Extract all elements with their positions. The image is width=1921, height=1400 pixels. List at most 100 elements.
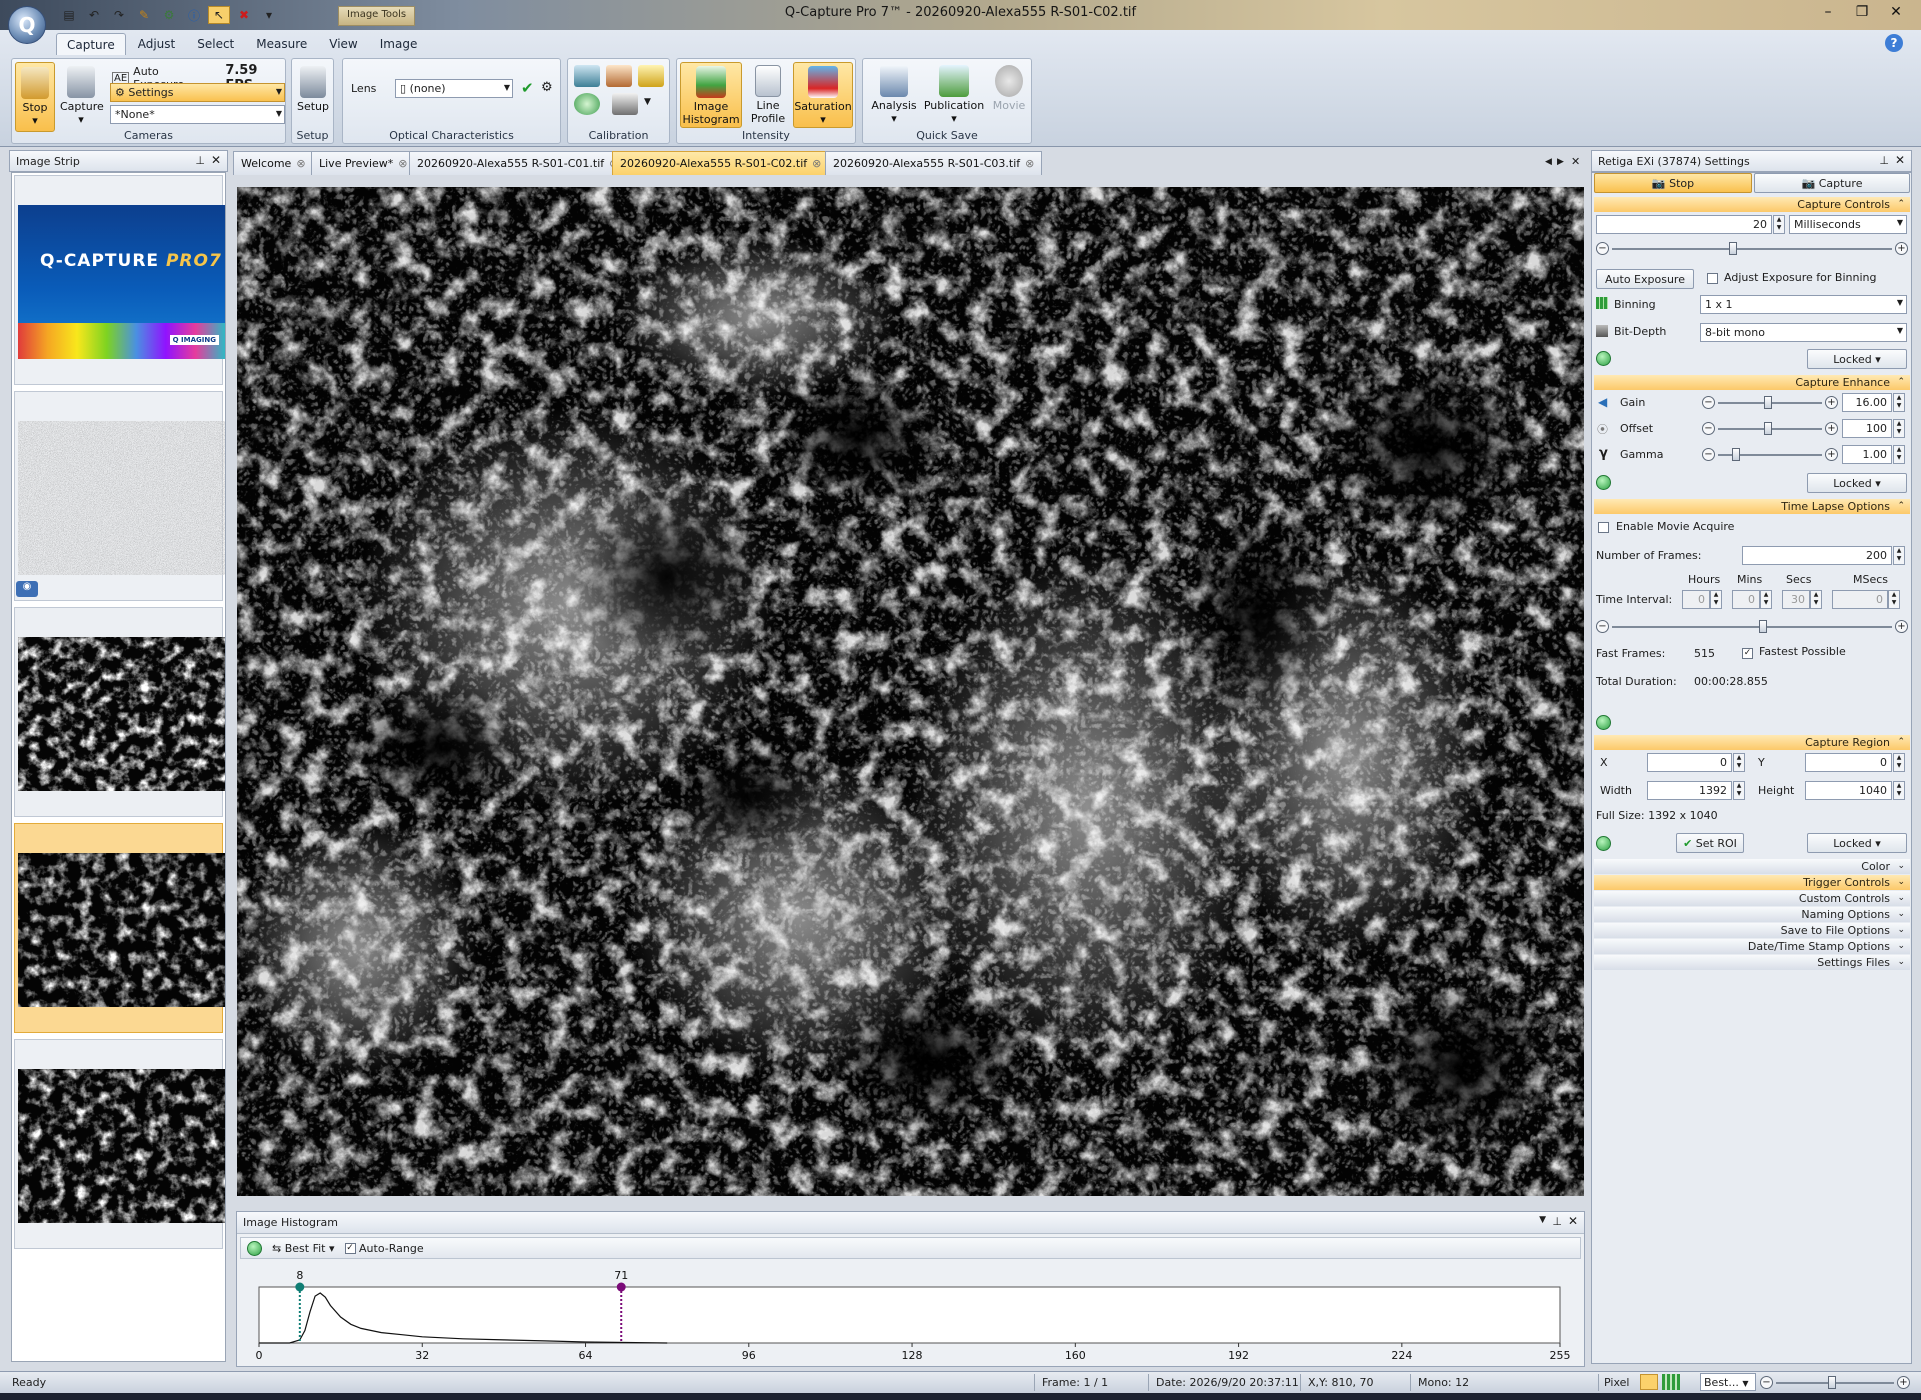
- gain-input[interactable]: 16.00: [1842, 393, 1892, 412]
- view-grid-icon[interactable]: [1662, 1374, 1680, 1390]
- undo-icon[interactable]: ↶: [83, 6, 105, 24]
- slider-increase-icon[interactable]: +: [1825, 422, 1838, 435]
- settings-dropdown[interactable]: ⚙ Settings ▼: [110, 83, 285, 102]
- time-interval-slider[interactable]: − +: [1596, 619, 1908, 635]
- timer-icon[interactable]: [638, 65, 664, 87]
- slider-increase-icon[interactable]: +: [1895, 620, 1908, 633]
- auto-range-checkbox[interactable]: ✓ Auto-Range: [344, 1242, 424, 1255]
- secs-input[interactable]: 30: [1782, 590, 1810, 609]
- tab-scroll-left-icon[interactable]: ◀: [1545, 157, 1552, 167]
- gamma-spinner[interactable]: ▲ ▼: [1893, 445, 1905, 464]
- gamma-slider-thumb[interactable]: [1732, 448, 1740, 461]
- gamma-slider[interactable]: − +: [1702, 447, 1838, 463]
- color-section-header[interactable]: Color ⌄: [1594, 859, 1910, 874]
- ribbon-tab-measure[interactable]: Measure: [246, 33, 317, 55]
- capture-region-locked-dropdown[interactable]: Locked ▾: [1807, 833, 1907, 853]
- pin-icon[interactable]: ⊥: [1879, 154, 1889, 167]
- close-icon[interactable]: ✕: [1882, 2, 1910, 22]
- ribbon-tab-adjust[interactable]: Adjust: [128, 33, 186, 55]
- binning-select[interactable]: 1 x 1 ▼: [1700, 295, 1907, 314]
- refresh-calibration-icon[interactable]: [574, 93, 600, 115]
- gain-spinner[interactable]: ▲ ▼: [1893, 393, 1905, 412]
- best-fit-dropdown[interactable]: ⇆ Best Fit ▾: [272, 1242, 335, 1255]
- stop-button[interactable]: Stop ▾: [15, 62, 55, 132]
- delete-icon[interactable]: ✖: [233, 6, 255, 24]
- publication-button[interactable]: Publication ▾: [923, 62, 985, 125]
- offset-slider-thumb[interactable]: [1764, 422, 1772, 435]
- brush-icon[interactable]: ✎: [133, 6, 155, 24]
- help-icon[interactable]: ?: [1885, 34, 1903, 52]
- offset-slider[interactable]: − +: [1702, 421, 1838, 437]
- close-icon[interactable]: ✕: [211, 153, 221, 167]
- reset-capture-controls-icon[interactable]: [1596, 351, 1611, 366]
- close-icon[interactable]: ✕: [1895, 153, 1905, 167]
- reset-histogram-icon[interactable]: [247, 1240, 262, 1256]
- camera-calibration-icon[interactable]: [612, 93, 638, 115]
- thumbnail-c02-selected[interactable]: [14, 823, 225, 1033]
- capture-enhance-locked-dropdown[interactable]: Locked ▾: [1807, 473, 1907, 493]
- tab-close-all-icon[interactable]: ✕: [1571, 155, 1580, 168]
- lens-settings-icon[interactable]: ⚙: [541, 80, 553, 95]
- roi-y-input[interactable]: 0: [1805, 753, 1892, 772]
- capture-controls-locked-dropdown[interactable]: Locked ▾: [1807, 349, 1907, 369]
- fastest-possible-checkbox[interactable]: ✓: [1742, 648, 1753, 659]
- reset-time-lapse-icon[interactable]: [1596, 715, 1611, 730]
- slider-increase-icon[interactable]: +: [1825, 448, 1838, 461]
- time-lapse-header[interactable]: Time Lapse Options ⌃: [1594, 499, 1910, 514]
- mins-input[interactable]: 0: [1732, 590, 1760, 609]
- date-time-stamp-section-header[interactable]: Date/Time Stamp Options ⌄: [1594, 939, 1910, 954]
- pin-icon[interactable]: ⊥: [195, 154, 205, 167]
- analysis-button[interactable]: Analysis ▾: [867, 62, 921, 125]
- calibrate-icon[interactable]: [574, 65, 600, 87]
- info-icon[interactable]: ⓘ: [183, 6, 205, 24]
- exposure-spinner[interactable]: ▲ ▼: [1773, 215, 1785, 234]
- roi-x-spinner[interactable]: ▲ ▼: [1733, 753, 1745, 772]
- slider-decrease-icon[interactable]: −: [1596, 620, 1609, 633]
- slider-decrease-icon[interactable]: −: [1702, 396, 1715, 409]
- hours-spinner[interactable]: ▲ ▼: [1710, 590, 1722, 609]
- close-icon[interactable]: ✕: [1568, 1214, 1578, 1228]
- slider-decrease-icon[interactable]: −: [1702, 422, 1715, 435]
- tab-scroll-right-icon[interactable]: ▶: [1557, 157, 1564, 167]
- pointer-icon[interactable]: ↖: [208, 6, 230, 24]
- trigger-controls-section-header[interactable]: Trigger Controls ⌄: [1594, 875, 1910, 890]
- reset-capture-enhance-icon[interactable]: [1596, 475, 1611, 490]
- roi-height-input[interactable]: 1040: [1805, 781, 1892, 800]
- slider-decrease-icon[interactable]: −: [1702, 448, 1715, 461]
- redo-icon[interactable]: ↷: [108, 6, 130, 24]
- view-single-icon[interactable]: [1640, 1374, 1658, 1390]
- tab-close-icon[interactable]: ⊗: [812, 157, 821, 170]
- tab-close-icon[interactable]: ⊗: [1025, 157, 1034, 170]
- exposure-slider-thumb[interactable]: [1729, 242, 1737, 255]
- tab-c01[interactable]: 20260920-Alexa555 R-S01-C01.tif⊗: [409, 151, 627, 175]
- custom-controls-section-header[interactable]: Custom Controls ⌄: [1594, 891, 1910, 906]
- tab-close-icon[interactable]: ⊗: [296, 157, 305, 170]
- roi-x-input[interactable]: 0: [1647, 753, 1732, 772]
- offset-spinner[interactable]: ▲ ▼: [1893, 419, 1905, 438]
- tab-welcome[interactable]: Welcome ⊗: [233, 151, 314, 175]
- setup-button[interactable]: Setup: [294, 62, 332, 113]
- capture-controls-header[interactable]: Capture Controls ⌃: [1594, 197, 1910, 212]
- tab-close-icon[interactable]: ⊗: [398, 157, 407, 170]
- minimize-icon[interactable]: –: [1814, 2, 1842, 22]
- tab-live-preview[interactable]: Live Preview* ⊗: [311, 151, 416, 175]
- ruler-icon[interactable]: [606, 65, 632, 87]
- slider-decrease-icon[interactable]: −: [1596, 242, 1609, 255]
- zoom-in-icon[interactable]: +: [1897, 1376, 1910, 1389]
- qat-customize-icon[interactable]: ▾: [258, 6, 280, 24]
- msecs-input[interactable]: 0: [1832, 590, 1888, 609]
- set-roi-button[interactable]: ✔ Set ROI: [1676, 833, 1744, 853]
- gain-slider[interactable]: − +: [1702, 395, 1838, 411]
- zoom-select[interactable]: Best... ▼: [1700, 1373, 1756, 1391]
- zoom-slider-thumb[interactable]: [1828, 1376, 1836, 1389]
- chevron-down-icon[interactable]: ▼: [1539, 1215, 1546, 1225]
- settings-capture-button[interactable]: 📷 Capture: [1754, 173, 1910, 193]
- thumbnail-live-preview[interactable]: ◉: [14, 391, 225, 601]
- apply-check-icon[interactable]: ✔: [521, 79, 534, 97]
- histogram-chart[interactable]: 8 71 0 32 64 96 128 160 192 224 255: [237, 1262, 1586, 1366]
- hours-input[interactable]: 0: [1682, 590, 1710, 609]
- time-interval-slider-thumb[interactable]: [1759, 620, 1767, 633]
- secs-spinner[interactable]: ▲ ▼: [1810, 590, 1822, 609]
- capture-button[interactable]: Capture ▾: [60, 62, 104, 132]
- thumbnail-c01[interactable]: [14, 607, 225, 817]
